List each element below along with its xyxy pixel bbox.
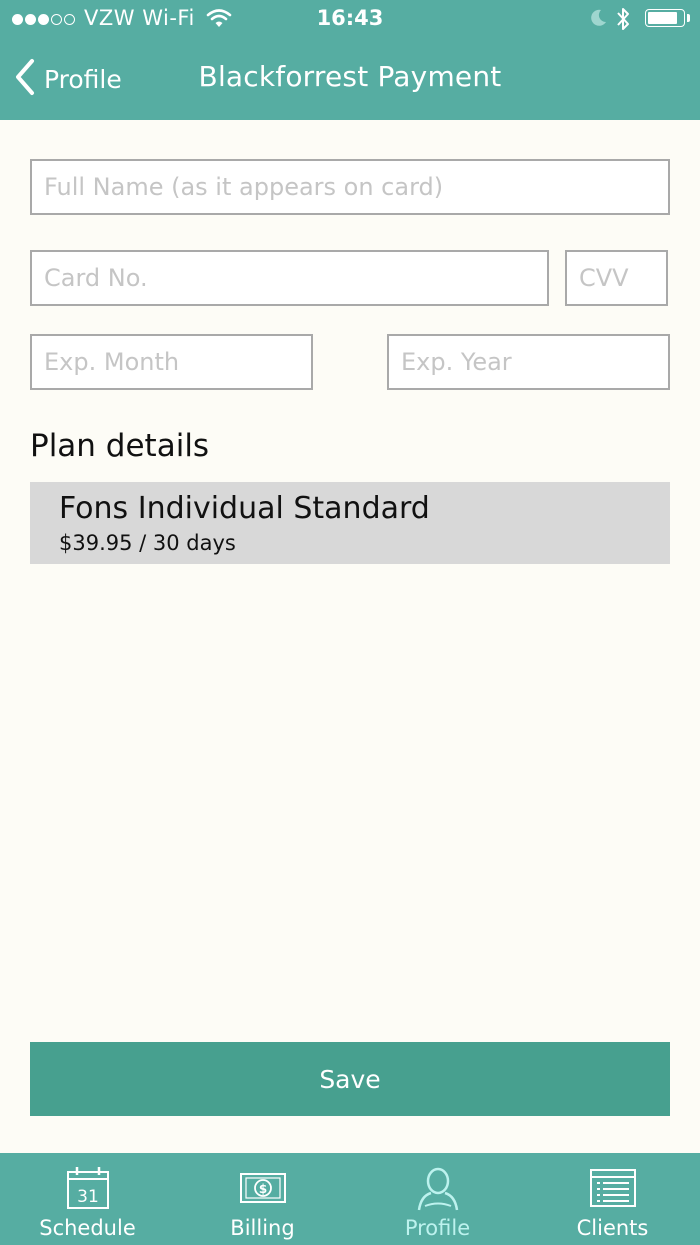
moon-icon <box>588 8 608 32</box>
exp-year-field[interactable] <box>387 334 670 390</box>
page-title: Blackforrest Payment <box>198 60 502 93</box>
tab-schedule[interactable]: 31 Schedule <box>0 1153 175 1245</box>
save-button[interactable]: Save <box>30 1042 670 1116</box>
tab-billing[interactable]: $ Billing <box>175 1153 350 1245</box>
plan-card[interactable]: Fons Individual Standard $39.95 / 30 day… <box>30 482 670 564</box>
full-name-field[interactable] <box>30 159 670 215</box>
list-icon <box>525 1165 700 1211</box>
person-icon <box>350 1165 525 1211</box>
calendar-day: 31 <box>77 1187 99 1207</box>
exp-month-field[interactable] <box>30 334 313 390</box>
tab-label: Clients <box>576 1216 649 1240</box>
svg-text:$: $ <box>258 1182 266 1196</box>
dollar-bill-icon: $ <box>175 1165 350 1211</box>
cvv-field[interactable] <box>565 250 668 306</box>
navigation-bar: Profile Blackforrest Payment <box>0 40 700 120</box>
tab-label: Schedule <box>39 1216 136 1240</box>
header: VZW Wi-Fi 16:43 Profile Blackforrest Pay <box>0 0 700 120</box>
tab-bar: 31 Schedule $ Billing Profile Clients <box>0 1153 700 1245</box>
battery-icon <box>645 9 685 27</box>
status-bar: VZW Wi-Fi 16:43 <box>0 0 700 40</box>
card-number-field[interactable] <box>30 250 549 306</box>
plan-details-heading: Plan details <box>30 428 210 464</box>
plan-price: $39.95 / 30 days <box>59 531 236 555</box>
tab-profile[interactable]: Profile <box>350 1153 525 1245</box>
calendar-icon: 31 <box>0 1165 175 1211</box>
plan-name: Fons Individual Standard <box>59 491 430 526</box>
tab-label: Billing <box>230 1216 295 1240</box>
battery-tip <box>687 14 690 22</box>
bluetooth-icon <box>615 6 631 36</box>
tab-label: Profile <box>404 1216 471 1240</box>
tab-clients[interactable]: Clients <box>525 1153 700 1245</box>
